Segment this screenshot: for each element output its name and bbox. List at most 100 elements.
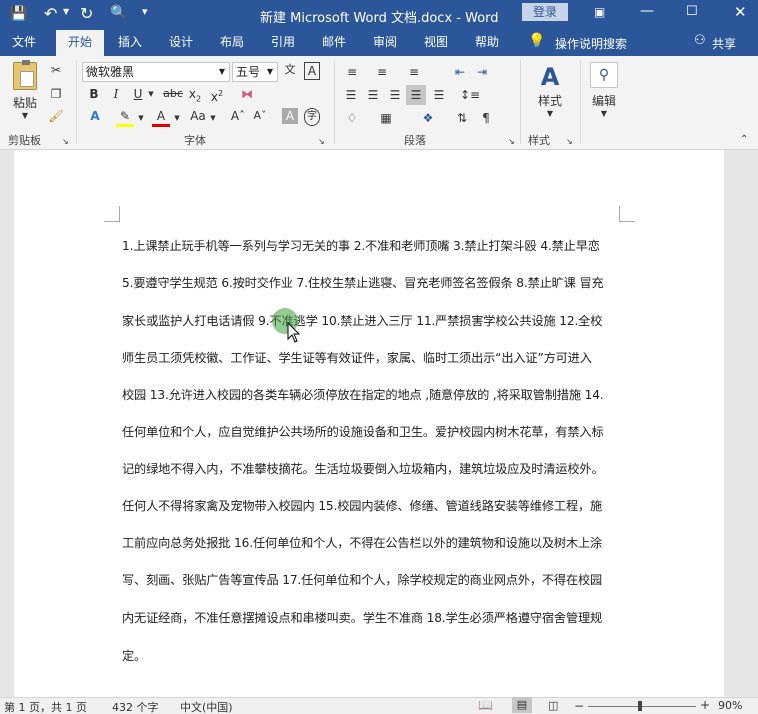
copy-icon[interactable]: ❐ [48, 86, 64, 102]
doc-line: 工前应向总务处报批 16.任何单位和个人，不得在公告栏以外的建筑物和设施以及树木… [122, 536, 603, 550]
login-button[interactable]: 登录 [522, 3, 568, 21]
print-layout-icon[interactable]: ▤ [512, 697, 532, 713]
print-preview-icon[interactable]: 🔍 [110, 5, 127, 21]
paste-dropdown-icon: ▼ [21, 111, 29, 120]
share-button[interactable]: 共享 [712, 35, 736, 52]
bold-icon[interactable]: B [86, 86, 102, 102]
vertical-scrollbar[interactable] [738, 150, 758, 697]
tab-file[interactable]: 文件 [0, 30, 48, 56]
web-layout-icon[interactable]: ◫ [548, 699, 558, 712]
tell-me-search[interactable]: 操作说明搜索 [555, 35, 627, 52]
ribbon-tabs: 文件 开始 插入 设计 布局 引用 邮件 审阅 视图 帮助 💡 操作说明搜索 ⚇… [0, 30, 758, 56]
borders-icon[interactable]: ▦ [376, 110, 396, 126]
font-color-icon[interactable]: A [152, 108, 170, 127]
chinese-layout-icon[interactable]: ❖ [418, 110, 438, 126]
styles-dropdown-icon: ▼ [546, 109, 554, 118]
font-name-select[interactable]: 微软雅黑 ▼ [82, 62, 230, 82]
language[interactable]: 中文(中国) [180, 699, 233, 714]
mouse-cursor-icon [287, 322, 301, 343]
editing-dropdown-icon: ▼ [600, 109, 608, 118]
paste-button[interactable]: 粘贴 ▼ [8, 60, 42, 126]
tab-insert[interactable]: 插入 [106, 30, 154, 56]
cut-icon[interactable]: ✂ [48, 62, 64, 78]
tab-home[interactable]: 开始 [56, 30, 104, 56]
character-shading-icon[interactable]: A [282, 108, 298, 124]
sort-icon[interactable]: ⇅ [454, 110, 470, 126]
tab-mailings[interactable]: 邮件 [310, 30, 358, 56]
italic-icon[interactable]: I [108, 86, 124, 102]
text-effects-icon[interactable]: A [86, 108, 104, 124]
styles-button[interactable]: A 样式 ▼ [530, 62, 570, 126]
doc-line: 家长或监护人打电话请假 9.不准逃学 10.禁止进入三厅 11.严禁损害学校公共… [122, 314, 603, 328]
align-right-icon[interactable]: ☰ [386, 87, 404, 103]
doc-line: 定。 [122, 649, 147, 663]
multilevel-list-icon[interactable]: ≡ [404, 64, 424, 80]
shading-icon[interactable]: ♢ [342, 110, 362, 126]
clipboard-launcher-icon[interactable]: ↘ [62, 134, 69, 150]
change-case-icon[interactable]: Aa [188, 108, 208, 124]
show-marks-icon[interactable]: ¶ [478, 110, 494, 126]
character-border-icon[interactable]: A [304, 62, 320, 80]
subscript-icon[interactable]: x2 [186, 86, 204, 107]
format-painter-icon[interactable]: 🖌 [48, 108, 64, 124]
separator [580, 60, 581, 144]
styles-label: 样式 [537, 94, 562, 108]
minimize-icon[interactable]: — [640, 3, 654, 19]
paragraph-launcher-icon[interactable]: ↘ [508, 134, 515, 150]
status-bar: 第 1 页，共 1 页 432 个字 中文(中国) 📖 ▤ ◫ − + 90% [0, 697, 758, 714]
ribbon: 粘贴 ▼ ✂ ❐ 🖌 剪贴板 ↘ 微软雅黑 ▼ 五号 ▼ 文 A B I U ▼… [0, 56, 758, 150]
maximize-icon[interactable]: ☐ [686, 4, 698, 19]
tab-help[interactable]: 帮助 [463, 30, 511, 56]
lightbulb-icon: 💡 [528, 33, 546, 49]
underline-icon[interactable]: U [130, 86, 146, 102]
styles-launcher-icon[interactable]: ↘ [566, 134, 573, 150]
strikethrough-icon[interactable]: abc [162, 86, 184, 102]
decrease-indent-icon[interactable]: ⇤ [450, 64, 470, 80]
highlight-dropdown-icon[interactable]: ▼ [136, 110, 146, 126]
clear-formatting-icon[interactable]: ⧓ [238, 86, 256, 102]
tab-view[interactable]: 视图 [412, 30, 460, 56]
zoom-out-button[interactable]: − [574, 699, 584, 713]
font-size-select[interactable]: 五号 ▼ [232, 62, 278, 82]
bullets-icon[interactable]: ≡ [342, 64, 362, 80]
change-case-dropdown-icon[interactable]: ▼ [208, 110, 218, 126]
tab-design[interactable]: 设计 [157, 30, 205, 56]
line-spacing-icon[interactable]: ↕≡ [458, 87, 482, 103]
undo-icon[interactable]: ↶ [44, 4, 57, 23]
crop-mark-top-right [619, 206, 635, 222]
word-count[interactable]: 432 个字 [112, 699, 159, 714]
distributed-icon[interactable]: ☰ [430, 87, 448, 103]
numbering-icon[interactable]: ≡ [372, 64, 392, 80]
tab-layout[interactable]: 布局 [208, 30, 256, 56]
read-mode-icon[interactable]: 📖 [478, 698, 493, 712]
underline-dropdown-icon[interactable]: ▼ [146, 86, 156, 102]
align-left-icon[interactable]: ☰ [342, 87, 360, 103]
ribbon-display-icon[interactable]: ▣ [594, 5, 605, 19]
highlight-icon[interactable]: ✎ [116, 108, 134, 127]
page-info[interactable]: 第 1 页，共 1 页 [4, 699, 87, 714]
zoom-in-button[interactable]: + [700, 698, 710, 712]
zoom-level[interactable]: 90% [718, 699, 742, 712]
close-icon[interactable]: ✕ [734, 3, 747, 21]
justify-icon[interactable]: ☰ [406, 85, 426, 105]
tab-references[interactable]: 引用 [259, 30, 307, 56]
doc-line: 任何人不得将家禽及宠物带入校园内 15.校园内装修、修缮、管道线路安装等维修工程… [122, 499, 603, 513]
enclose-characters-icon[interactable]: 字 [304, 108, 320, 126]
shrink-font-icon[interactable]: Aˇ [252, 108, 268, 124]
align-center-icon[interactable]: ☰ [364, 87, 382, 103]
editing-button[interactable]: ⚲ 编辑 ▼ [586, 62, 622, 126]
grow-font-icon[interactable]: Aˆ [230, 108, 246, 124]
font-color-dropdown-icon[interactable]: ▼ [172, 110, 182, 126]
font-launcher-icon[interactable]: ↘ [318, 134, 325, 150]
superscript-icon[interactable]: x2 [208, 86, 226, 105]
redo-icon[interactable]: ↻ [80, 4, 93, 23]
collapse-ribbon-icon[interactable]: ⌃ [740, 132, 748, 148]
save-icon[interactable]: 💾 [10, 6, 27, 22]
zoom-slider-thumb[interactable] [638, 701, 642, 711]
customize-toolbar-icon[interactable]: ▾ [142, 5, 148, 18]
zoom-slider[interactable] [588, 706, 696, 707]
undo-dropdown-icon[interactable]: ▼ [63, 7, 69, 16]
phonetic-guide-icon[interactable]: 文 [282, 62, 298, 78]
tab-review[interactable]: 审阅 [361, 30, 409, 56]
increase-indent-icon[interactable]: ⇥ [472, 64, 492, 80]
